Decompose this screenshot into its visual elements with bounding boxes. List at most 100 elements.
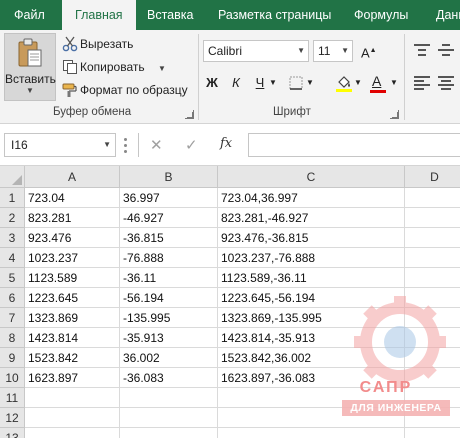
chevron-down-icon[interactable]: ▼ (297, 41, 305, 61)
cell[interactable] (218, 428, 405, 438)
chevron-down-icon[interactable]: ▼ (103, 134, 111, 156)
cell[interactable] (405, 428, 460, 438)
borders-icon[interactable] (289, 76, 303, 90)
cell[interactable]: 723.04,36.997 (218, 188, 405, 208)
align-middle-icon[interactable] (438, 44, 454, 58)
fill-color-bucket-icon[interactable] (336, 74, 352, 92)
column-header-c[interactable]: C (218, 166, 405, 188)
cell[interactable] (120, 388, 218, 408)
resize-handle-icon[interactable] (124, 136, 128, 154)
cell[interactable]: -36.815 (120, 228, 218, 248)
cell[interactable]: 923.476,-36.815 (218, 228, 405, 248)
cell[interactable] (120, 408, 218, 428)
tab-data[interactable]: Данн (436, 0, 460, 30)
paste-button[interactable]: Вставить ▼ (4, 33, 56, 101)
cell[interactable]: 823.281 (25, 208, 120, 228)
column-header-b[interactable]: B (120, 166, 218, 188)
font-group-label: Шрифт (273, 106, 311, 118)
ribbon-separator (198, 34, 199, 120)
row-header[interactable]: 6 (0, 288, 25, 308)
row-header[interactable]: 13 (0, 428, 25, 438)
cell[interactable]: 823.281,-46.927 (218, 208, 405, 228)
column-header-d[interactable]: D (405, 166, 460, 188)
format-painter-label: Формат по образцу (80, 83, 188, 97)
bold-button[interactable]: Ж (204, 72, 220, 94)
tab-insert[interactable]: Вставка (147, 0, 193, 30)
cell[interactable]: 1523.842 (25, 348, 120, 368)
italic-button[interactable]: К (228, 72, 244, 94)
watermark-title: САПР (359, 379, 413, 396)
font-dialog-launcher-icon[interactable] (390, 110, 399, 119)
row-header[interactable]: 2 (0, 208, 25, 228)
row-header[interactable]: 8 (0, 328, 25, 348)
font-color-button[interactable]: A (370, 72, 386, 94)
tab-home[interactable]: Главная (62, 0, 136, 30)
cell[interactable]: 923.476 (25, 228, 120, 248)
chevron-down-icon[interactable]: ▼ (158, 64, 166, 73)
enter-check-icon[interactable]: ✓ (185, 136, 198, 154)
cell[interactable]: 1123.589,-36.11 (218, 268, 405, 288)
cell[interactable] (405, 268, 460, 288)
cell[interactable]: 723.04 (25, 188, 120, 208)
paintbrush-icon (62, 83, 77, 97)
cell[interactable] (405, 248, 460, 268)
cell[interactable]: -36.083 (120, 368, 218, 388)
cancel-icon[interactable]: ✕ (150, 136, 163, 154)
increase-font-size-icon[interactable]: A▲ (361, 40, 377, 62)
underline-button[interactable]: Ч (252, 72, 268, 94)
row-header[interactable]: 1 (0, 188, 25, 208)
cell[interactable]: -36.11 (120, 268, 218, 288)
cell[interactable]: 36.997 (120, 188, 218, 208)
chevron-down-icon[interactable]: ▼ (305, 72, 315, 94)
chevron-down-icon[interactable]: ▼ (353, 72, 363, 94)
cell[interactable] (120, 428, 218, 438)
column-header-a[interactable]: A (25, 166, 120, 188)
cell[interactable]: 1123.589 (25, 268, 120, 288)
align-top-icon[interactable] (414, 44, 430, 58)
cell[interactable]: -76.888 (120, 248, 218, 268)
copy-icon (63, 60, 77, 74)
cell[interactable]: 1023.237,-76.888 (218, 248, 405, 268)
cell[interactable] (25, 388, 120, 408)
tab-formulas[interactable]: Формулы (354, 0, 408, 30)
row-header[interactable]: 12 (0, 408, 25, 428)
tab-page-layout[interactable]: Разметка страницы (218, 0, 331, 30)
row-header[interactable]: 7 (0, 308, 25, 328)
cell[interactable]: -35.913 (120, 328, 218, 348)
cell[interactable] (25, 408, 120, 428)
chevron-down-icon[interactable]: ▼ (268, 72, 278, 94)
cell[interactable]: 1623.897 (25, 368, 120, 388)
cell[interactable]: 1323.869 (25, 308, 120, 328)
cell[interactable]: -135.995 (120, 308, 218, 328)
clipboard-dialog-launcher-icon[interactable] (185, 110, 194, 119)
row-header[interactable]: 3 (0, 228, 25, 248)
tab-file[interactable]: Файл (14, 0, 45, 30)
chevron-down-icon[interactable]: ▼ (389, 72, 399, 94)
row-header[interactable]: 4 (0, 248, 25, 268)
cell[interactable] (405, 208, 460, 228)
cell[interactable] (405, 228, 460, 248)
cell[interactable]: -46.927 (120, 208, 218, 228)
cell[interactable]: 1023.237 (25, 248, 120, 268)
align-center-icon[interactable] (438, 76, 454, 90)
cell[interactable]: 36.002 (120, 348, 218, 368)
insert-function-icon[interactable]: fx (220, 136, 232, 151)
chevron-down-icon[interactable]: ▼ (341, 41, 349, 61)
cut-label: Вырезать (80, 37, 134, 51)
cell[interactable] (25, 428, 120, 438)
row-header[interactable]: 10 (0, 368, 25, 388)
row-header[interactable]: 11 (0, 388, 25, 408)
select-all-corner[interactable] (0, 166, 25, 188)
formula-input[interactable] (248, 133, 460, 157)
cell[interactable]: -56.194 (120, 288, 218, 308)
cell[interactable] (405, 188, 460, 208)
row-header[interactable]: 9 (0, 348, 25, 368)
row-header[interactable]: 5 (0, 268, 25, 288)
cell[interactable]: 1423.814 (25, 328, 120, 348)
font-size-combo[interactable]: 11 ▼ (313, 40, 353, 62)
cell[interactable]: 1223.645 (25, 288, 120, 308)
name-box[interactable]: I16 ▼ (4, 133, 116, 157)
align-left-icon[interactable] (414, 76, 430, 90)
chevron-down-icon[interactable]: ▼ (5, 86, 55, 95)
font-name-combo[interactable]: Calibri ▼ (203, 40, 309, 62)
